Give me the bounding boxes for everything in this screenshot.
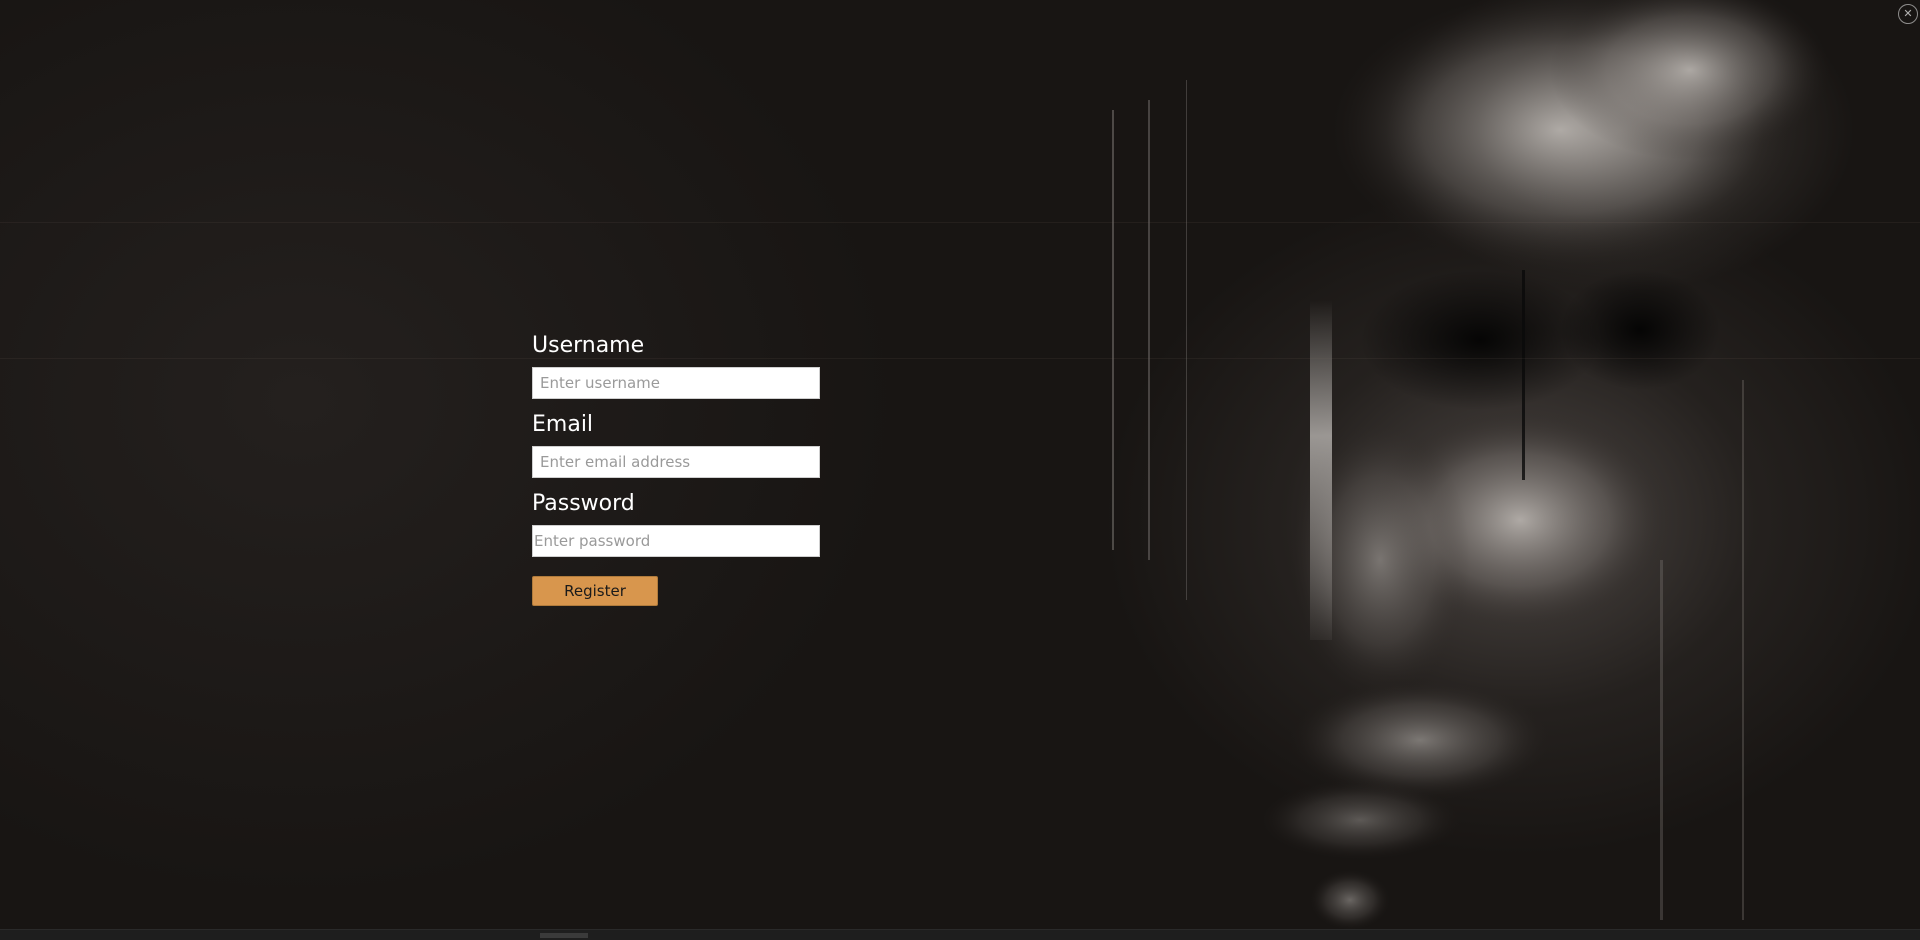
- register-form: Username Email Password Register: [532, 332, 822, 606]
- bottom-scrollbar[interactable]: [0, 929, 1920, 940]
- register-button[interactable]: Register: [532, 576, 658, 606]
- background-line: [0, 358, 1920, 359]
- username-label: Username: [532, 333, 645, 358]
- scrollbar-thumb[interactable]: [540, 933, 588, 938]
- username-input[interactable]: [532, 367, 820, 399]
- page-background: ✕ Username Email Password Register: [0, 0, 1920, 940]
- background-line: [0, 222, 1920, 223]
- password-input[interactable]: [532, 525, 820, 557]
- background-artwork: [1112, 0, 1830, 930]
- close-circle-icon[interactable]: ✕: [1898, 4, 1918, 24]
- password-label: Password: [532, 491, 635, 516]
- email-label: Email: [532, 412, 594, 437]
- email-input[interactable]: [532, 446, 820, 478]
